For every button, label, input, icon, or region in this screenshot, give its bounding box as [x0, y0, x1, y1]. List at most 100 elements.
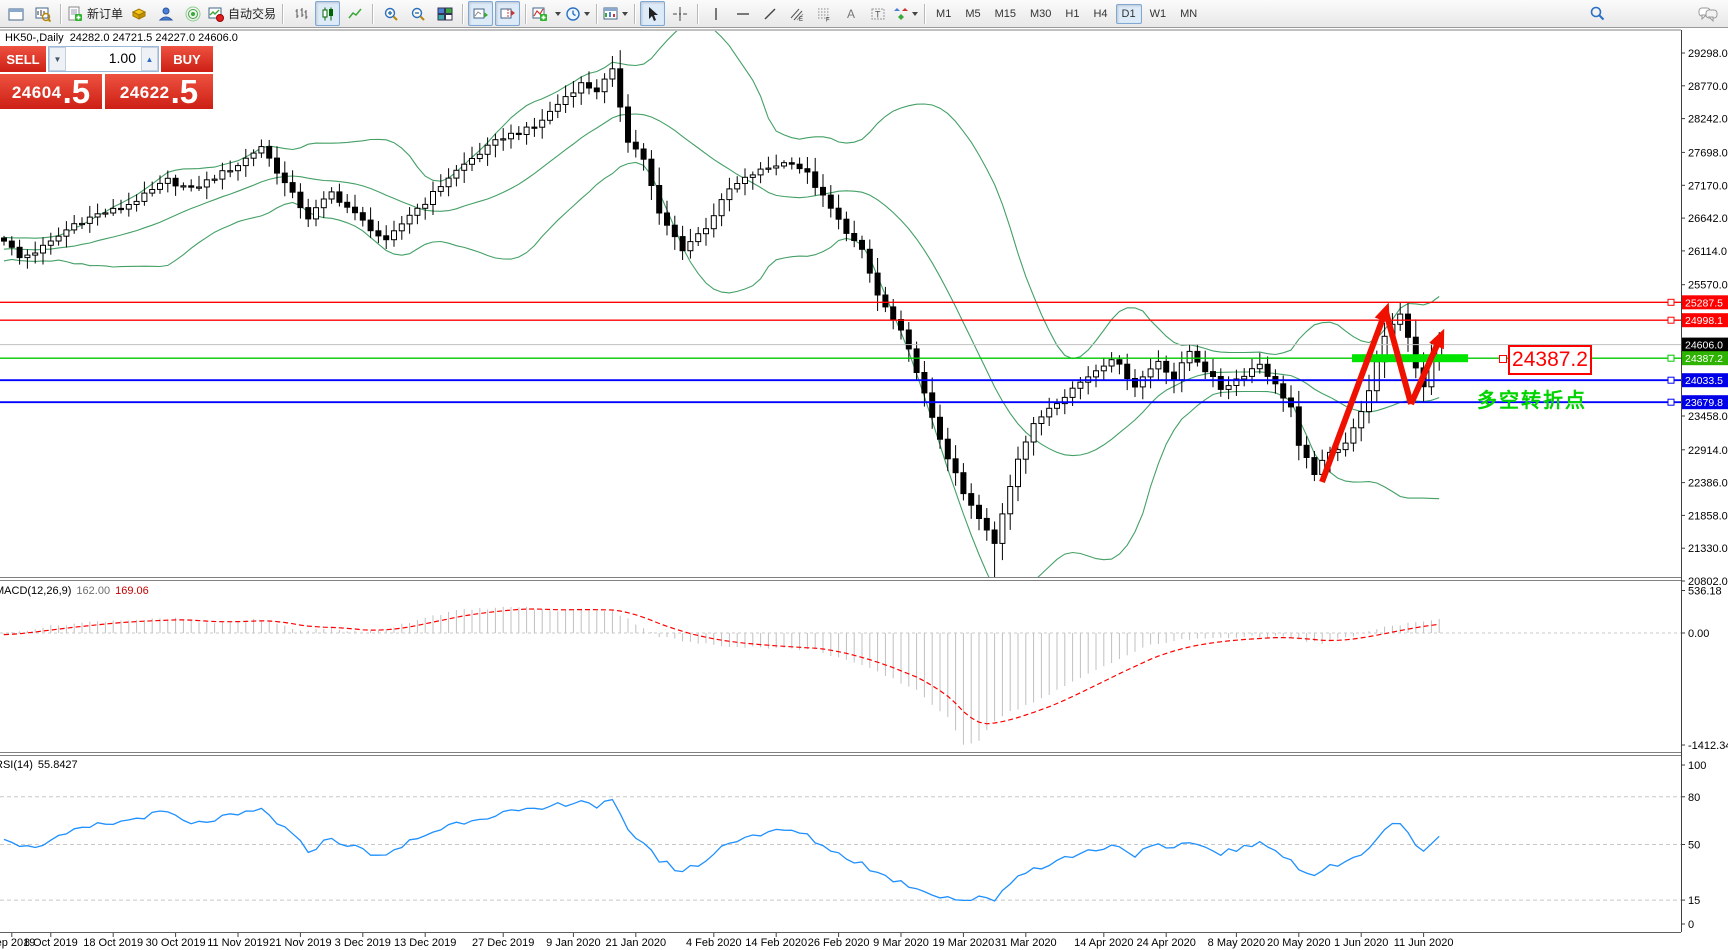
new-order-button[interactable]: 新订单: [66, 1, 124, 26]
date-label: 21 Nov 2019: [269, 937, 331, 949]
volume-increase-button[interactable]: ▲: [141, 47, 158, 71]
chart-canvas[interactable]: 29298.028770.028242.027698.027170.026642…: [0, 28, 1728, 950]
volume-input[interactable]: 1.00: [66, 47, 141, 71]
axis-price-label: 29298.0: [1688, 48, 1728, 60]
date-label: 8 Oct 2019: [24, 937, 78, 949]
date-label: 19 Mar 2020: [933, 937, 995, 949]
one-click-trading-panel: SELL ▼ 1.00 ▲ BUY 24604.5 24622.5: [0, 46, 213, 109]
equidistant-channel-icon[interactable]: E: [784, 1, 809, 26]
shapes-icon[interactable]: [892, 1, 919, 26]
zoom-out-icon[interactable]: [405, 1, 430, 26]
timeframe-m5[interactable]: M5: [959, 4, 986, 24]
timeframe-buttons: M1M5M15M30H1H4D1W1MN: [929, 4, 1204, 24]
toolbar-separator: [596, 4, 597, 24]
macd-signal-value: 169.06: [115, 585, 149, 597]
rsi-value: 55.8427: [38, 759, 78, 771]
new-order-label: 新订单: [87, 5, 123, 22]
buy-price-button[interactable]: 24622.5: [105, 74, 213, 109]
date-label: 14 Apr 2020: [1074, 937, 1133, 949]
signals-icon[interactable]: [180, 1, 205, 26]
dropdown-caret-icon: [912, 12, 918, 16]
macd-value: 162.00: [76, 585, 110, 597]
cursor-icon[interactable]: [640, 1, 665, 26]
fibonacci-icon[interactable]: F: [811, 1, 836, 26]
market-watch-icon[interactable]: [126, 1, 151, 26]
svg-text:T: T: [875, 9, 881, 19]
timeframe-h4[interactable]: H4: [1087, 4, 1113, 24]
buy-price-pips: .5: [171, 75, 199, 108]
buy-label: BUY: [173, 52, 200, 67]
date-label: 1 Jun 2020: [1334, 937, 1388, 949]
svg-text:A: A: [847, 7, 855, 21]
sell-button[interactable]: SELL: [0, 46, 46, 72]
date-label: 24 Apr 2020: [1137, 937, 1196, 949]
chart-preview-icon[interactable]: [30, 1, 55, 26]
date-label: 20 May 2020: [1267, 937, 1331, 949]
timeframe-d1[interactable]: D1: [1116, 4, 1142, 24]
text-icon[interactable]: A: [838, 1, 863, 26]
svg-text:F: F: [826, 17, 830, 22]
timeframe-w1[interactable]: W1: [1144, 4, 1173, 24]
price-badge-label: 24606.0: [1685, 340, 1723, 352]
price-badge-label: 24998.1: [1685, 315, 1723, 327]
ohlc-values: 24282.0 24721.5 24227.0 24606.0: [70, 32, 238, 44]
chart-window-icon[interactable]: [3, 1, 28, 26]
line-chart-icon[interactable]: [342, 1, 367, 26]
price-annotation-box[interactable]: 24387.2: [1508, 345, 1592, 375]
autotrading-label: 自动交易: [228, 5, 276, 22]
hline-handle[interactable]: [1668, 377, 1674, 383]
vertical-line-icon[interactable]: [703, 1, 728, 26]
hline-handle[interactable]: [1668, 355, 1674, 361]
horizontal-line-icon[interactable]: [730, 1, 755, 26]
axis-price-label: 21330.0: [1688, 543, 1728, 555]
chart-ohlc-header: HK50-,Daily24282.0 24721.5 24227.0 24606…: [5, 32, 244, 44]
auto-scroll-icon[interactable]: [468, 1, 493, 26]
bars-chart-icon[interactable]: [288, 1, 313, 26]
hline-handle[interactable]: [1668, 399, 1674, 405]
zoom-in-icon[interactable]: [378, 1, 403, 26]
volume-decrease-button[interactable]: ▼: [49, 47, 66, 71]
date-label: 9 Jan 2020: [546, 937, 600, 949]
sell-price-main: 24604: [12, 78, 62, 108]
timeframe-m30[interactable]: M30: [1024, 4, 1057, 24]
trendline-icon[interactable]: [757, 1, 782, 26]
axis-price-label: 22386.0: [1688, 478, 1728, 490]
rsi-name: RSI(14): [0, 759, 33, 771]
sell-price-button[interactable]: 24604.5: [0, 74, 102, 109]
templates-icon[interactable]: [602, 1, 629, 26]
price-axis[interactable]: 29298.028770.028242.027698.027170.026642…: [1681, 48, 1728, 931]
search-icon[interactable]: [1585, 1, 1610, 26]
axis-price-label: 26642.0: [1688, 213, 1728, 225]
macd-axis-label: -1412.34: [1688, 740, 1728, 752]
red-trend-arrows[interactable]: [1322, 303, 1444, 483]
toolbar: 新订单 自动交易: [0, 0, 1728, 28]
sell-label: SELL: [6, 52, 39, 67]
timeframe-m1[interactable]: M1: [930, 4, 957, 24]
text-label-icon[interactable]: T: [865, 1, 890, 26]
indicators-icon[interactable]: [531, 1, 562, 26]
rsi-plot: [0, 797, 1681, 901]
tile-windows-icon[interactable]: [432, 1, 457, 26]
timeframe-h1[interactable]: H1: [1059, 4, 1085, 24]
price-annotation-handle[interactable]: [1499, 355, 1507, 363]
buy-button[interactable]: BUY: [161, 46, 213, 72]
date-axis[interactable]: Sep 20198 Oct 201918 Oct 201930 Oct 2019…: [0, 933, 1453, 949]
timeframe-m15[interactable]: M15: [989, 4, 1022, 24]
candlestick-chart-icon[interactable]: [315, 1, 340, 26]
timeframe-mn[interactable]: MN: [1174, 4, 1203, 24]
candlesticks: [2, 50, 1442, 578]
rsi-axis-label: 80: [1688, 792, 1700, 804]
turning-point-text[interactable]: 多空转折点: [1477, 384, 1587, 413]
axis-price-label: 25570.0: [1688, 280, 1728, 292]
chat-icon[interactable]: [1695, 1, 1720, 26]
navigator-icon[interactable]: [153, 1, 178, 26]
periods-clock-icon[interactable]: [564, 1, 591, 26]
autotrading-button[interactable]: 自动交易: [207, 1, 277, 26]
date-label: 13 Dec 2019: [394, 937, 456, 949]
price-badges: 25287.524998.124606.024387.224033.523679…: [1682, 295, 1728, 409]
hline-handle[interactable]: [1668, 317, 1674, 323]
chart-shift-icon[interactable]: [495, 1, 520, 26]
crosshair-icon[interactable]: [667, 1, 692, 26]
hline-handle[interactable]: [1668, 299, 1674, 305]
rsi-axis-label: 50: [1688, 840, 1700, 852]
